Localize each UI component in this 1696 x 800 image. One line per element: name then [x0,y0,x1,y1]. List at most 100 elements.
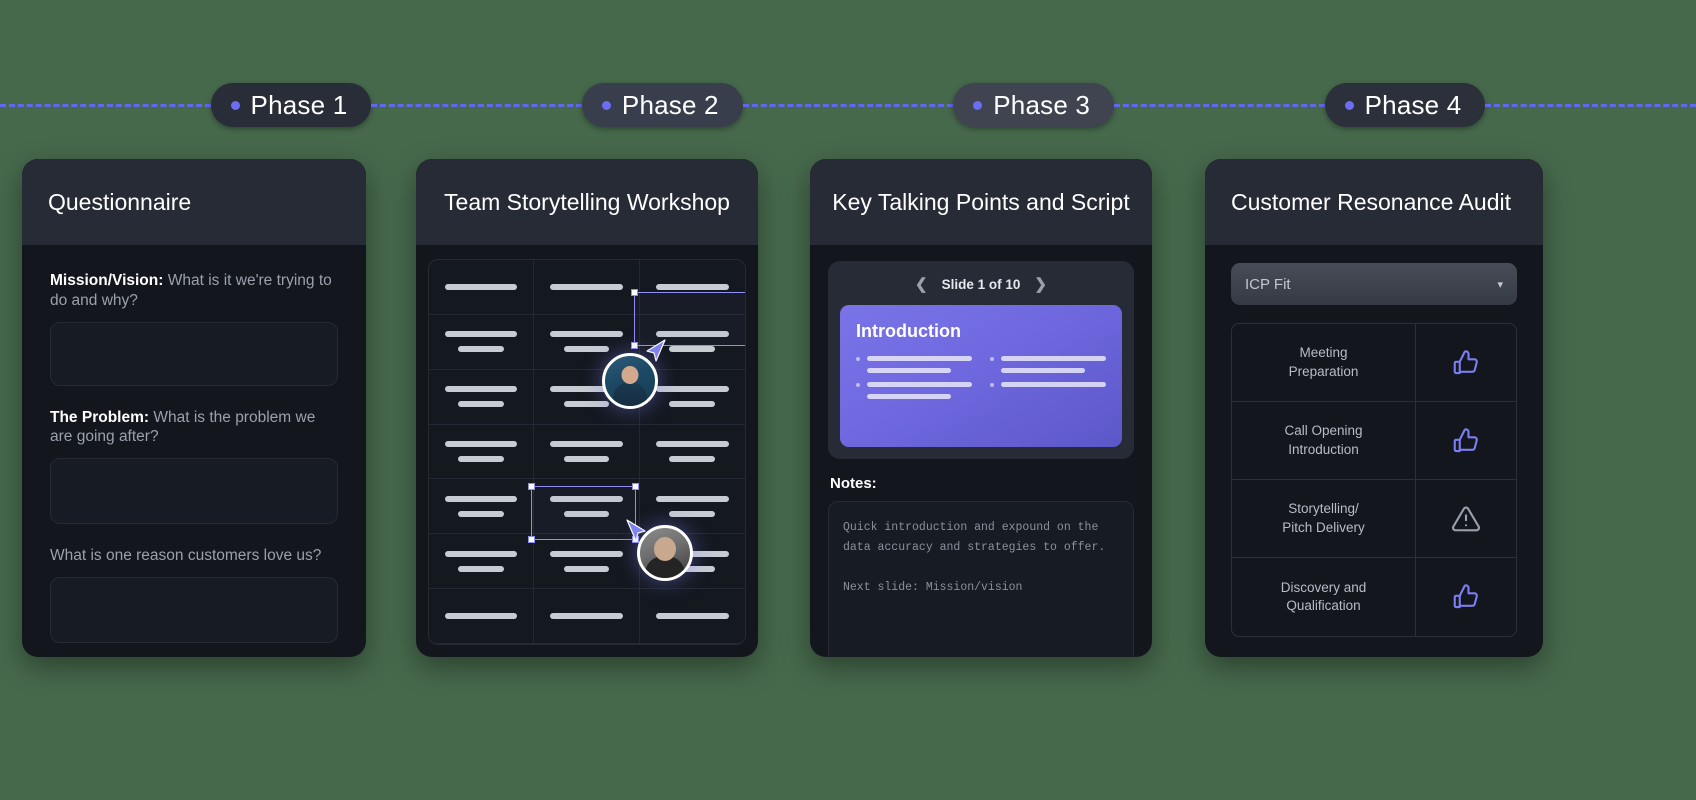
phase-label: Phase 4 [1364,89,1462,120]
phase-label: Phase 3 [993,89,1091,120]
placeholder-bar [655,495,730,502]
bullet-dot-icon [856,356,860,361]
bullet-dot-icon [856,382,860,387]
placeholder-bar [655,386,730,393]
placeholder-bar [458,346,504,353]
phase-label: Phase 2 [621,89,719,120]
notes-textarea[interactable]: Quick introduction and expound on the da… [828,501,1134,657]
table-row[interactable]: Discovery and Qualification [1232,558,1516,636]
document-grid[interactable] [428,259,746,645]
grid-cell[interactable] [639,315,745,370]
grid-cell[interactable] [534,424,640,480]
phase-dot-icon [1344,100,1354,110]
placeholder-bar [655,283,730,290]
bullet-line [1001,382,1106,387]
placeholder-bar [563,401,610,408]
thumbs-up-icon[interactable] [1416,402,1516,479]
question-label-3: What is one reason customers love us? [50,546,338,566]
grid-cell[interactable] [534,479,640,535]
placeholder-bar [669,455,716,462]
question-label-2: The Problem: What is the problem we are … [50,408,338,448]
placeholder-bar [669,401,716,408]
card-questionnaire: Questionnaire Mission/Vision: What is it… [22,159,366,657]
bullet-dot-icon [990,356,994,361]
placeholder-bar [655,613,730,620]
slide-navigation: ❮ Slide 1 of 10 ❯ [840,271,1122,297]
card-body: ❮ Slide 1 of 10 ❯ Introduction Notes: Qu… [810,245,1152,657]
placeholder-bar [444,613,518,620]
placeholder-bar [550,283,623,290]
phase-label: Phase 1 [250,89,348,120]
card-body: Mission/Vision: What is it we're trying … [22,245,366,657]
slide-preview[interactable]: Introduction [840,305,1122,447]
placeholder-bar [444,283,518,290]
slide-bullet [990,382,1106,387]
grid-cell[interactable] [429,479,535,535]
grid-cell[interactable] [429,534,535,590]
grid-cell[interactable] [534,589,640,644]
phase-pill-4[interactable]: Phase 4 [1324,83,1486,127]
question-input-1[interactable] [50,321,338,386]
grid-cell[interactable] [429,314,535,370]
grid-cell[interactable] [429,589,535,644]
slide-viewer: ❮ Slide 1 of 10 ❯ Introduction [828,261,1134,459]
grid-cell[interactable] [639,425,745,480]
bullet-subline [867,394,951,399]
warning-icon[interactable] [1416,480,1516,557]
placeholder-bar [550,440,623,447]
grid-cell[interactable] [429,424,535,480]
collaborator-avatar-2[interactable] [637,525,693,581]
placeholder-bar [550,550,623,557]
card-title: Key Talking Points and Script [832,188,1130,215]
icp-fit-select[interactable]: ICP Fit ▾ [1231,263,1517,305]
bullet-dot-icon [990,382,994,387]
table-row[interactable]: Call Opening Introduction [1232,402,1516,480]
phase-pill-3[interactable]: Phase 3 [953,83,1115,127]
thumbs-up-icon[interactable] [1416,558,1516,636]
grid-cell[interactable] [534,534,640,590]
grid-cell[interactable] [639,260,745,315]
card-body: ICP Fit ▾ Meeting Preparation Call Openi… [1205,245,1543,657]
question-rest-3: What is one reason customers love us? [50,547,322,565]
grid-cell[interactable] [534,260,640,315]
placeholder-bar [669,346,716,353]
card-resonance-audit: Customer Resonance Audit ICP Fit ▾ Meeti… [1205,159,1543,657]
card-header: Customer Resonance Audit [1205,159,1543,245]
bullet-subline [1001,368,1085,373]
chevron-down-icon[interactable]: ▾ [1497,278,1503,291]
table-row[interactable]: Meeting Preparation [1232,324,1516,402]
placeholder-bar [563,346,610,353]
placeholder-bar [458,565,504,572]
phase-rail: Phase 1 Phase 2 Phase 3 Phase 4 [0,82,1696,128]
placeholder-bar [550,331,623,338]
collaborator-avatar-1[interactable] [602,353,658,409]
card-title: Customer Resonance Audit [1231,188,1511,215]
chevron-right-icon[interactable]: ❯ [1034,277,1047,292]
thumbs-up-icon[interactable] [1416,324,1516,401]
phase-connector-2 [742,103,954,107]
question-bold-1: Mission/Vision: [50,272,164,289]
slide-bullet [990,356,1106,361]
slide-columns [856,356,1106,408]
grid-cell[interactable] [429,260,535,315]
bullet-subline [867,368,951,373]
placeholder-bar [444,440,518,447]
placeholder-bar [655,440,730,447]
grid-cell[interactable] [429,369,535,425]
slide-bullet [856,356,972,361]
slide-column-left [856,356,972,408]
card-talking-points: Key Talking Points and Script ❮ Slide 1 … [810,159,1152,657]
table-row[interactable]: Storytelling/ Pitch Delivery [1232,480,1516,558]
question-input-2[interactable] [50,458,338,525]
grid-cell[interactable] [639,589,745,644]
phase-pill-1[interactable]: Phase 1 [210,83,372,127]
question-input-3[interactable] [50,577,338,644]
chevron-left-icon[interactable]: ❮ [915,277,928,292]
bullet-line [867,382,972,387]
slide-bullet [856,382,972,387]
audit-table: Meeting Preparation Call Opening Introdu… [1231,323,1517,637]
placeholder-bar [563,455,610,462]
placeholder-bar [458,455,504,462]
phase-dot-icon [230,100,240,110]
phase-pill-2[interactable]: Phase 2 [581,83,743,127]
